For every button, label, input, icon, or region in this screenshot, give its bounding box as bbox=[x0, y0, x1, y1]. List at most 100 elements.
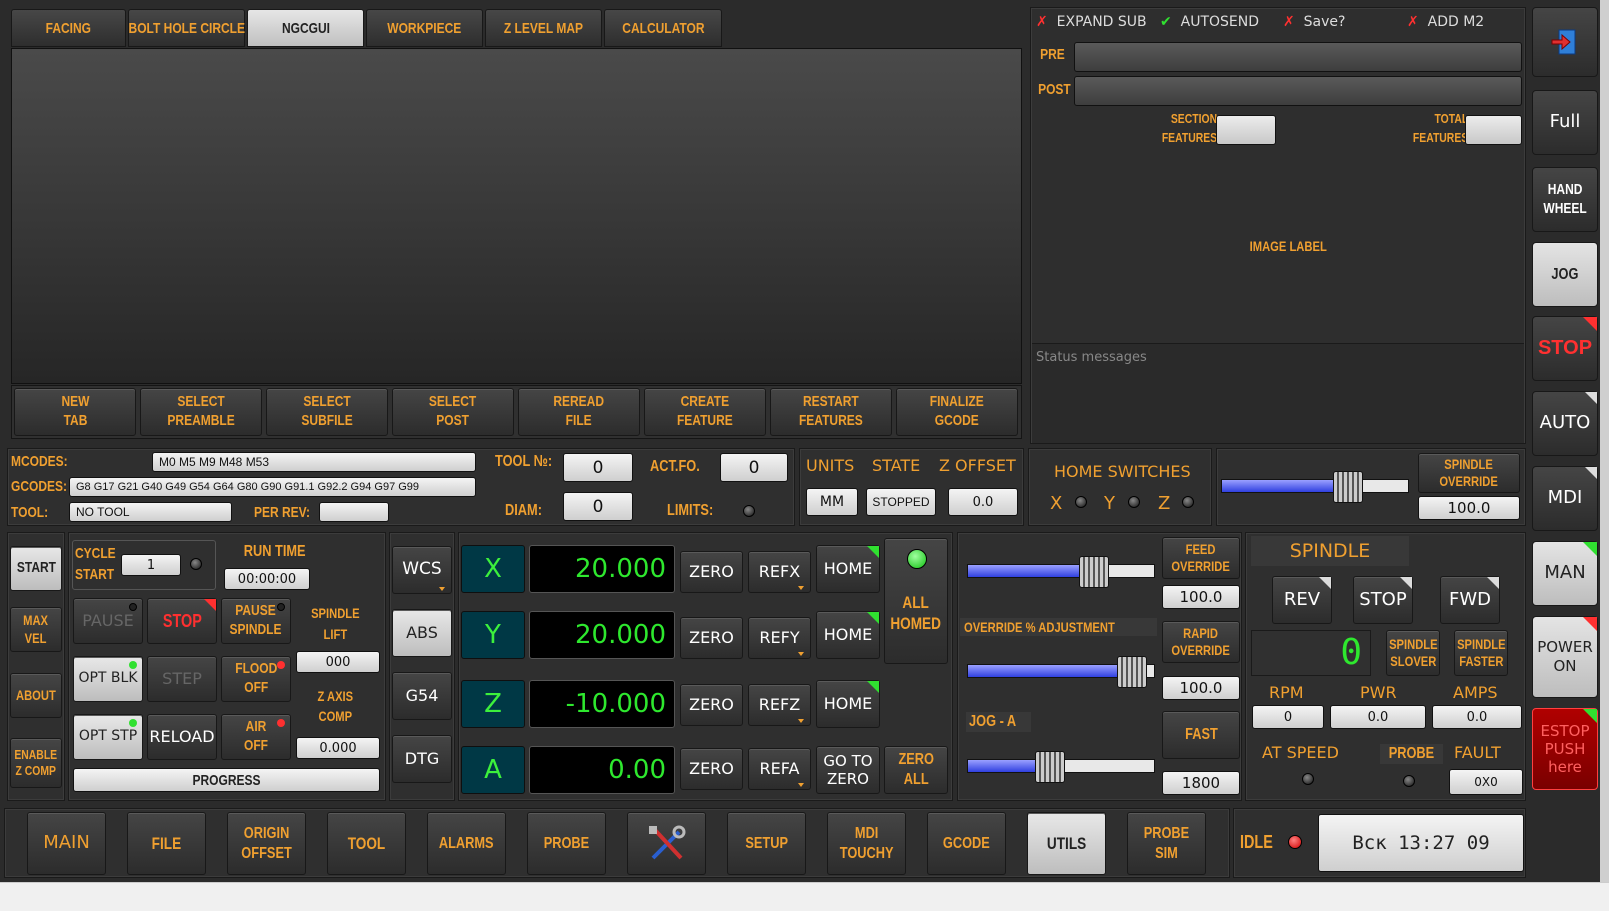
limits-label: LIMITS: bbox=[667, 502, 714, 519]
nav-gcode[interactable]: GCODE bbox=[927, 812, 1006, 875]
fault-display: 0X0 bbox=[1449, 769, 1523, 795]
section-features-label: SECTION FEATURES bbox=[1161, 111, 1218, 145]
stop-mode-button[interactable]: STOP bbox=[1532, 316, 1598, 381]
pause-button[interactable]: PAUSE bbox=[73, 598, 143, 644]
g54-button[interactable]: G54 bbox=[392, 672, 452, 720]
restart-features-button[interactable]: RESTART FEATURES bbox=[770, 388, 892, 436]
pre-input[interactable] bbox=[1074, 42, 1522, 72]
pause-spindle-button[interactable]: PAUSE SPINDLE bbox=[221, 598, 291, 644]
nav-utils[interactable]: UTILS bbox=[1027, 812, 1106, 875]
dtg-button[interactable]: DTG bbox=[392, 735, 452, 783]
z-offset-display: 0.0 bbox=[948, 488, 1018, 516]
save-checkbox[interactable]: ✗ Save? bbox=[1283, 14, 1345, 30]
feed-override-slider[interactable] bbox=[967, 556, 1155, 588]
step-button[interactable]: STEP bbox=[147, 656, 217, 702]
reread-file-button[interactable]: REREAD FILE bbox=[518, 388, 640, 436]
mdi-mode-button[interactable]: MDI bbox=[1532, 466, 1598, 531]
jog-speed-slider[interactable] bbox=[967, 751, 1155, 783]
power-on-button[interactable]: POWER ON bbox=[1532, 616, 1598, 698]
rapid-override-slider[interactable] bbox=[967, 656, 1155, 688]
mcodes-label: MCODES: bbox=[11, 453, 68, 470]
z-axis-comp-value[interactable]: 0.000 bbox=[296, 737, 380, 759]
tool-display: NO TOOL bbox=[69, 502, 232, 522]
zero-y-button[interactable]: ZERO bbox=[680, 617, 743, 659]
auto-mode-button[interactable]: AUTO bbox=[1532, 391, 1598, 456]
handwheel-button[interactable]: HAND WHEEL bbox=[1532, 167, 1598, 232]
spindle-slower-button[interactable]: SPINDLE SLOVER bbox=[1386, 630, 1440, 676]
go-to-zero-button[interactable]: GO TO ZERO bbox=[816, 746, 880, 794]
zero-all-button[interactable]: ZERO ALL bbox=[884, 746, 948, 794]
zero-a-button[interactable]: ZERO bbox=[680, 748, 743, 790]
opt-stp-button[interactable]: OPT STP bbox=[73, 714, 143, 760]
axis-z-label[interactable]: Z bbox=[461, 680, 525, 728]
about-button[interactable]: ABOUT bbox=[10, 673, 62, 718]
fullscreen-button[interactable]: Full bbox=[1532, 90, 1598, 155]
tab-bolt-hole-circle[interactable]: BOLT HOLE CIRCLE bbox=[128, 9, 245, 47]
cycle-start-line[interactable]: 1 bbox=[121, 554, 181, 576]
start-button[interactable]: START bbox=[10, 546, 62, 591]
enable-z-comp-button[interactable]: ENABLE Z COMP bbox=[10, 738, 62, 788]
spindle-rev-button[interactable]: REV bbox=[1272, 576, 1332, 624]
zero-x-button[interactable]: ZERO bbox=[680, 551, 743, 593]
select-subfile-button[interactable]: SELECT SUBFILE bbox=[266, 388, 388, 436]
spindle-stop-button[interactable]: STOP bbox=[1353, 576, 1413, 624]
nav-setup[interactable]: SETUP bbox=[727, 812, 806, 875]
spindle-override-slider[interactable] bbox=[1221, 471, 1409, 503]
nav-main[interactable]: MAIN bbox=[27, 812, 106, 875]
jog-mode-button[interactable]: JOG bbox=[1532, 242, 1598, 307]
new-tab-button[interactable]: NEW TAB bbox=[14, 388, 136, 436]
tab-ngcgui[interactable]: NGCGUI bbox=[247, 9, 364, 47]
home-z-button[interactable]: HOME bbox=[816, 680, 880, 728]
abs-button[interactable]: ABS bbox=[392, 609, 452, 657]
max-vel-button[interactable]: MAX VEL bbox=[10, 607, 62, 652]
nav-origin-offset[interactable]: ORIGIN OFFSET bbox=[227, 812, 306, 875]
ref-a-button[interactable]: REFA bbox=[748, 748, 811, 790]
spindle-lift-value[interactable]: 000 bbox=[296, 651, 380, 673]
add-m2-checkbox[interactable]: ✗ ADD M2 bbox=[1407, 14, 1484, 30]
manual-mode-button[interactable]: MAN bbox=[1532, 541, 1598, 606]
stop-button[interactable]: STOP bbox=[147, 598, 217, 644]
nav-tools[interactable] bbox=[627, 812, 706, 875]
spindle-title: SPINDLE bbox=[1251, 536, 1409, 566]
zero-z-button[interactable]: ZERO bbox=[680, 684, 743, 726]
select-preamble-button[interactable]: SELECT PREAMBLE bbox=[140, 388, 262, 436]
act-fo-display: 0 bbox=[720, 453, 788, 482]
wcs-button[interactable]: WCS bbox=[392, 546, 452, 594]
home-x-button[interactable]: HOME bbox=[816, 545, 880, 593]
axis-a-label[interactable]: A bbox=[461, 746, 525, 794]
air-off-button[interactable]: AIR OFF bbox=[221, 714, 291, 760]
nav-probe[interactable]: PROBE bbox=[527, 812, 606, 875]
nav-tool[interactable]: TOOL bbox=[327, 812, 406, 875]
autosend-checkbox[interactable]: ✔ AUTOSEND bbox=[1160, 14, 1259, 30]
spindle-faster-button[interactable]: SPINDLE FASTER bbox=[1454, 630, 1508, 676]
nav-probe-sim[interactable]: PROBE SIM bbox=[1127, 812, 1206, 875]
ref-y-button[interactable]: REFY bbox=[748, 617, 811, 659]
exit-button[interactable] bbox=[1532, 7, 1598, 77]
estop-button[interactable]: ESTOP PUSH here bbox=[1532, 708, 1598, 790]
reload-button[interactable]: RELOAD bbox=[147, 714, 217, 760]
select-post-button[interactable]: SELECT POST bbox=[392, 388, 514, 436]
act-fo-label: ACT.FO. bbox=[650, 458, 700, 475]
ref-z-button[interactable]: REFZ bbox=[748, 684, 811, 726]
create-feature-button[interactable]: CREATE FEATURE bbox=[644, 388, 766, 436]
tab-z-level-map[interactable]: Z LEVEL MAP bbox=[485, 9, 602, 47]
axis-y-label[interactable]: Y bbox=[461, 611, 525, 659]
nav-file[interactable]: FILE bbox=[127, 812, 206, 875]
axis-x-label[interactable]: X bbox=[461, 545, 525, 593]
nav-mdi-touchy[interactable]: MDI TOUCHY bbox=[827, 812, 906, 875]
nav-alarms[interactable]: ALARMS bbox=[427, 812, 506, 875]
tab-workpiece[interactable]: WORKPIECE bbox=[366, 9, 483, 47]
finalize-gcode-button[interactable]: FINALIZE GCODE bbox=[896, 388, 1018, 436]
opt-blk-button[interactable]: OPT BLK bbox=[73, 656, 143, 702]
post-input[interactable] bbox=[1074, 76, 1522, 106]
fast-button[interactable]: FAST bbox=[1162, 711, 1240, 759]
tab-facing[interactable]: FACING bbox=[11, 9, 126, 47]
tab-calculator[interactable]: CALCULATOR bbox=[604, 9, 722, 47]
spindle-fwd-button[interactable]: FWD bbox=[1440, 576, 1500, 624]
flood-off-button[interactable]: FLOOD OFF bbox=[221, 656, 291, 702]
expand-sub-checkbox[interactable]: ✗ EXPAND SUB bbox=[1036, 14, 1147, 30]
ref-x-button[interactable]: REFX bbox=[748, 551, 811, 593]
post-label: POST bbox=[1038, 81, 1071, 98]
all-homed-indicator: ALL HOMED bbox=[884, 538, 948, 664]
home-y-button[interactable]: HOME bbox=[816, 611, 880, 659]
